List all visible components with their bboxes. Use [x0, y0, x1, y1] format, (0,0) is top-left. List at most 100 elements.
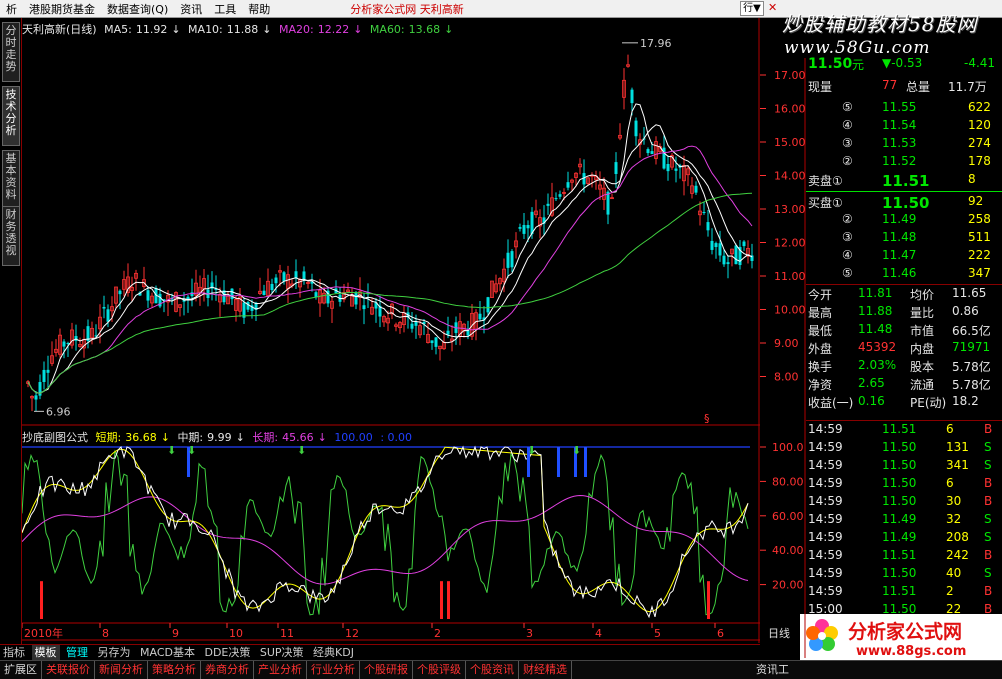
- candle-body: [522, 225, 526, 234]
- candle-body: [362, 305, 366, 310]
- tick-side: S: [984, 566, 992, 580]
- status-tab-finance[interactable]: 财经精选: [519, 661, 572, 679]
- high-price-label: 17.96: [640, 37, 672, 50]
- order-level: ④: [842, 118, 853, 132]
- candle-body: [650, 151, 654, 155]
- order-volume: 92: [968, 194, 984, 208]
- sub-axis-label: 100.0: [772, 441, 804, 454]
- tick-row: 14:59 11.51 6 B: [806, 422, 1002, 440]
- chart-area[interactable]: ⬇ ⬇ ⬇ ⬇ ⬇ 17.96 6.96 § 2010年 8 9 10 11 12 2 3 4 5 6 天利高新(…: [21, 18, 760, 658]
- status-tab-strategy[interactable]: 策略分析: [148, 661, 201, 679]
- order-level: ⑤: [842, 100, 853, 114]
- tick-volume: 6: [946, 476, 954, 490]
- panel-divider: [806, 420, 1002, 421]
- tick-price: 11.51: [882, 584, 917, 598]
- candle-body: [118, 290, 122, 295]
- order-volume: 622: [968, 100, 991, 114]
- tab-macd[interactable]: MACD基本: [137, 645, 198, 660]
- tab-financials[interactable]: 财务透视: [2, 206, 20, 266]
- candle-body: [262, 290, 266, 295]
- order-price: 11.53: [882, 136, 917, 150]
- svg-text:www.88gs.com: www.88gs.com: [856, 644, 966, 659]
- status-tab-research[interactable]: 个股研报: [360, 661, 413, 679]
- svg-text:分析家公式网: 分析家公式网: [848, 620, 962, 643]
- tab-indicator[interactable]: 指标: [0, 645, 28, 660]
- price-pct: -4.41: [964, 56, 996, 70]
- tab-template[interactable]: 模板: [31, 645, 60, 660]
- tick-row: 14:59 11.51 242 B: [806, 548, 1002, 566]
- kline-chart-canvas[interactable]: ⬇ ⬇ ⬇ ⬇ ⬇ 17.96 6.96 § 2010年 8 9 10 11 12 2 3 4 5 6: [21, 18, 760, 658]
- tab-intraday[interactable]: 分时走势: [2, 22, 20, 82]
- price-axis-label: 16.00: [774, 103, 806, 116]
- watermark: 炒股辅助教材58股网 www.58Gu.com: [782, 12, 978, 58]
- order-price: 11.48: [882, 230, 917, 244]
- status-tab-news[interactable]: 新闻分析: [95, 661, 148, 679]
- status-tab-industry[interactable]: 行业分析: [307, 661, 360, 679]
- candle-body: [714, 243, 718, 248]
- menu-item-hk-futures[interactable]: 港股期货基金: [23, 1, 101, 17]
- status-tab-ext[interactable]: 扩展区: [0, 661, 42, 679]
- buy-order-row: 买盘① 11.50 92: [806, 194, 1002, 212]
- menu-item-help[interactable]: 帮助: [242, 1, 276, 17]
- tick-side: B: [984, 584, 993, 598]
- tab-fundamentals[interactable]: 基本资料: [2, 150, 20, 210]
- sell-order-row: ② 11.52 178: [806, 154, 1002, 172]
- market-selector[interactable]: 行▼: [740, 1, 764, 16]
- x-axis-label: 8: [102, 627, 109, 640]
- buy-order-row: ④ 11.47 222: [806, 248, 1002, 266]
- candle-body: [526, 225, 530, 229]
- status-tab-rating[interactable]: 个股评级: [413, 661, 466, 679]
- tab-save-as[interactable]: 另存为: [95, 645, 134, 660]
- status-tab-related[interactable]: 关联报价: [42, 661, 95, 679]
- tab-kdj[interactable]: 经典KDJ: [310, 645, 357, 660]
- menu-item-analysis[interactable]: 析: [0, 1, 23, 17]
- value: 11.7万: [948, 80, 987, 94]
- sell-order-row: 卖盘① 11.51 8: [806, 172, 1002, 190]
- candle-body: [722, 255, 726, 265]
- candle-body: [430, 340, 434, 344]
- candle-body: [282, 272, 286, 282]
- candle-body: [558, 194, 562, 197]
- ma60-label: MA60: 13.68 ↓: [369, 23, 454, 36]
- tab-manage[interactable]: 管理: [63, 645, 91, 660]
- sell-signal-bar: [584, 447, 587, 477]
- signal-marker: §: [704, 412, 710, 425]
- menu-item-news[interactable]: 资讯: [174, 1, 208, 17]
- sell-order-row: ④ 11.54 120: [806, 118, 1002, 136]
- tick-time: 14:59: [808, 440, 843, 454]
- price-axis-label: 11.00: [774, 270, 806, 283]
- menu-item-data-query[interactable]: 数据查询(Q): [101, 1, 174, 17]
- tick-price: 11.50: [882, 440, 917, 454]
- tab-technical[interactable]: 技术分析: [2, 86, 20, 146]
- stat-label: 均价: [910, 288, 935, 302]
- ma10-label: MA10: 11.88 ↓: [188, 23, 272, 36]
- menu-item-tools[interactable]: 工具: [208, 1, 242, 17]
- status-tab-stock-news[interactable]: 个股资讯: [466, 661, 519, 679]
- status-tab-info[interactable]: 资讯工: [752, 661, 793, 679]
- order-volume: 258: [968, 212, 991, 226]
- price-axis: 17.00 16.00 15.00 14.00 13.00 12.00 11.00 10.00…: [760, 58, 806, 658]
- candle-body: [614, 162, 618, 174]
- order-volume: 347: [968, 266, 991, 280]
- stat-label: 股本: [910, 360, 935, 374]
- stat-row: 换手 2.03% 股本 5.78亿: [806, 358, 1002, 376]
- tick-time: 14:59: [808, 512, 843, 526]
- status-tab-industry-chain[interactable]: 产业分析: [254, 661, 307, 679]
- stock-title: 天利高新(日线): [22, 23, 97, 36]
- tab-sup[interactable]: SUP决策: [257, 645, 307, 660]
- stat-row: 收益(一) 0.16 PE(动) 18.2: [806, 394, 1002, 412]
- signal-arrow-icon: ⬇: [187, 444, 196, 457]
- tick-time: 14:59: [808, 548, 843, 562]
- candle-body: [718, 243, 722, 256]
- candle-body: [674, 168, 678, 171]
- stat-value: 11.65: [952, 286, 987, 300]
- candle-body: [230, 288, 234, 300]
- stat-row: 最高 11.88 量比 0.86: [806, 304, 1002, 322]
- tick-price: 11.49: [882, 512, 917, 526]
- stat-value: 5.78亿: [952, 378, 991, 392]
- status-tab-broker[interactable]: 券商分析: [201, 661, 254, 679]
- stat-row: 最低 11.48 市值 66.5亿: [806, 322, 1002, 340]
- price-axis-label: 8.00: [774, 371, 799, 384]
- candle-body: [294, 271, 298, 279]
- tab-dde[interactable]: DDE决策: [201, 645, 253, 660]
